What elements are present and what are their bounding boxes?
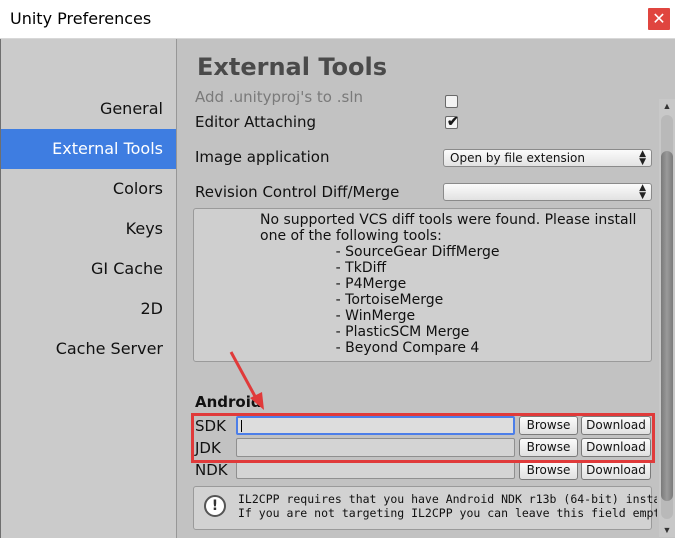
revision-control-label: Revision Control Diff/Merge (195, 183, 400, 201)
close-icon: ✕ (652, 9, 666, 28)
sdk-download-button[interactable]: Download (581, 416, 651, 435)
il2cpp-warning-text: IL2CPP requires that you have Android ND… (238, 492, 657, 520)
jdk-path-input[interactable] (236, 438, 515, 457)
dropdown-arrows-icon: ▲ ▼ (639, 149, 646, 167)
ndk-path-input[interactable] (236, 460, 515, 479)
scroll-down-arrow-icon[interactable]: ▼ (659, 523, 675, 537)
close-button[interactable]: ✕ (648, 8, 670, 30)
image-application-value: Open by file extension (450, 151, 585, 165)
sidebar-item-label: External Tools (52, 139, 163, 158)
editor-attaching-checkbox[interactable]: ✔ (445, 113, 459, 129)
vcs-help-box: No supported VCS diff tools were found. … (193, 208, 652, 362)
ndk-download-button[interactable]: Download (581, 461, 651, 480)
sdk-browse-button[interactable]: Browse (519, 416, 578, 435)
vcs-line: - TortoiseMerge (260, 292, 444, 308)
add-unityproj-checkbox[interactable] (445, 95, 458, 108)
revision-control-dropdown[interactable]: ▲ ▼ (443, 183, 652, 201)
scroll-content: Add .unityproj's to .sln Editor Attachin… (177, 91, 657, 538)
sidebar-item-external-tools[interactable]: External Tools (1, 129, 176, 169)
sidebar-item-keys[interactable]: Keys (1, 209, 176, 249)
sidebar-item-2d[interactable]: 2D (1, 289, 176, 329)
warning-icon: ! (204, 495, 226, 517)
android-heading: Android (195, 393, 262, 411)
sidebar-item-cache-server[interactable]: Cache Server (1, 329, 176, 369)
sidebar-item-colors[interactable]: Colors (1, 169, 176, 209)
vcs-line: - TkDiff (260, 260, 387, 276)
sdk-label: SDK (195, 417, 226, 435)
sidebar-item-general[interactable]: General (1, 89, 176, 129)
title-bar: Unity Preferences ✕ (0, 0, 675, 39)
checkmark-icon: ✔ (447, 113, 459, 129)
main-panel: External Tools Add .unityproj's to .sln … (177, 39, 675, 538)
editor-attaching-label: Editor Attaching (195, 113, 317, 131)
page-title: External Tools (197, 53, 387, 81)
sidebar-item-label: Cache Server (55, 339, 163, 358)
vcs-line: - Beyond Compare 4 (260, 340, 480, 356)
scroll-up-arrow-icon[interactable]: ▲ (659, 99, 675, 113)
vcs-line: - SourceGear DiffMerge (260, 244, 500, 260)
preferences-window: General External Tools Colors Keys GI Ca… (0, 39, 675, 538)
image-application-dropdown[interactable]: Open by file extension ▲ ▼ (443, 149, 652, 167)
image-application-label: Image application (195, 148, 330, 166)
vertical-scrollbar[interactable]: ▲ ▼ (659, 99, 675, 537)
il2cpp-warning-line: If you are not targeting IL2CPP you can … (238, 506, 657, 520)
sidebar: General External Tools Colors Keys GI Ca… (1, 39, 177, 538)
vcs-line: No supported VCS diff tools were found. … (260, 212, 637, 228)
sidebar-item-label: Keys (125, 219, 163, 238)
jdk-browse-button[interactable]: Browse (519, 438, 578, 457)
sdk-path-input[interactable] (236, 416, 515, 435)
sidebar-item-label: Colors (112, 179, 163, 198)
il2cpp-warning-box: ! IL2CPP requires that you have Android … (193, 486, 657, 530)
jdk-label: JDK (195, 439, 221, 457)
ndk-browse-button[interactable]: Browse (519, 461, 578, 480)
jdk-download-button[interactable]: Download (581, 438, 651, 457)
vcs-line: - PlasticSCM Merge (260, 324, 470, 340)
vcs-line: - WinMerge (260, 308, 416, 324)
dropdown-arrows-icon: ▲ ▼ (639, 183, 646, 201)
vcs-message: No supported VCS diff tools were found. … (260, 212, 636, 356)
window-title: Unity Preferences (10, 9, 152, 28)
ndk-label: NDK (195, 461, 228, 479)
sidebar-item-label: 2D (140, 299, 164, 318)
il2cpp-warning-line: IL2CPP requires that you have Android ND… (238, 492, 657, 506)
sidebar-item-label: GI Cache (91, 259, 163, 278)
add-unityproj-label: Add .unityproj's to .sln (195, 91, 364, 106)
sidebar-item-label: General (99, 99, 163, 118)
vcs-line: - P4Merge (260, 276, 407, 292)
scroll-thumb[interactable] (661, 151, 673, 501)
sidebar-item-gi-cache[interactable]: GI Cache (1, 249, 176, 289)
vcs-line: one of the following tools: (260, 228, 442, 244)
